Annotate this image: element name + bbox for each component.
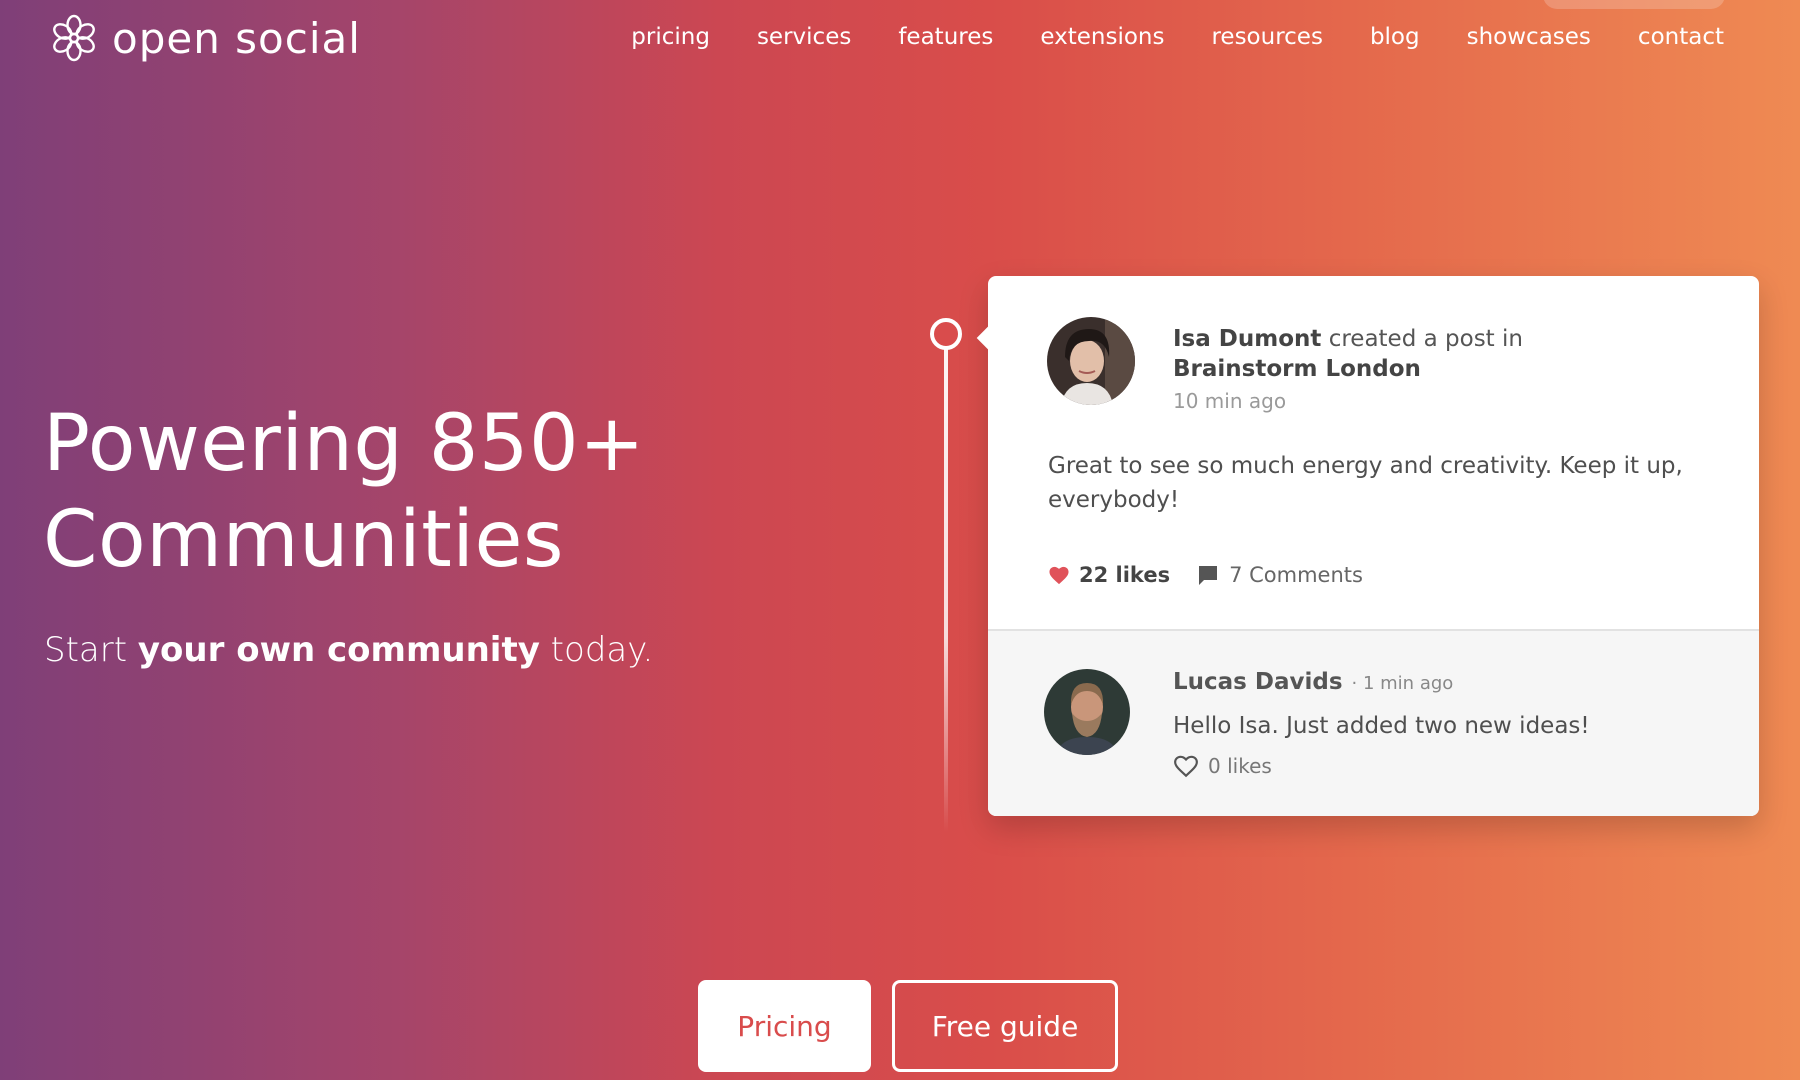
brand-name: open social [112,13,361,63]
comments-count: 7 Comments [1229,563,1363,587]
reply-author[interactable]: Lucas Davids [1173,669,1343,695]
heart-filled-icon [1049,566,1069,585]
comment-icon [1199,566,1218,585]
nav-features[interactable]: features [898,24,993,50]
likes-count: 22 likes [1079,563,1171,587]
logo[interactable]: open social [48,12,361,64]
main-nav: pricing services features extensions res… [631,24,1724,50]
heart-outline-icon [1174,755,1198,778]
activity-card: Isa Dumont created a post in Brainstorm … [976,276,1759,816]
nav-blog[interactable]: blog [1370,24,1420,50]
nav-resources[interactable]: resources [1211,24,1322,50]
post-actions: 22 likes 7 Comments [1048,563,1363,587]
comment-reply: Lucas Davids · 1 min ago Hello Isa. Just… [988,629,1759,816]
post-meta: Isa Dumont created a post in Brainstorm … [1173,324,1523,416]
post-group[interactable]: Brainstorm London [1173,354,1523,384]
reply-time: · 1 min ago [1351,673,1454,694]
post-action: created a post in [1328,326,1523,352]
hero-title-line2: Communities [43,495,565,585]
post-author[interactable]: Isa Dumont [1173,326,1321,352]
reply-text: Hello Isa. Just added two new ideas! [1173,713,1590,739]
hero-subtitle-post: today. [539,630,654,670]
comments-button[interactable]: 7 Comments [1197,563,1363,587]
nav-showcases[interactable]: showcases [1467,24,1591,50]
timeline-line [944,344,948,832]
nav-services[interactable]: services [757,24,851,50]
avatar-image [1047,317,1135,405]
nav-contact[interactable]: contact [1638,24,1724,50]
post-body: Great to see so much energy and creativi… [1048,453,1683,513]
nav-pricing[interactable]: pricing [631,24,710,50]
post-time: 10 min ago [1173,389,1287,413]
free-guide-button[interactable]: Free guide [892,980,1118,1072]
flower-logo-icon [53,14,95,62]
timeline-dot [930,318,962,350]
avatar-image [1044,669,1130,755]
pricing-button[interactable]: Pricing [698,980,871,1072]
hero-subtitle-pre: Start [44,630,138,670]
site-header: open social pricing services features ex… [0,0,1800,90]
avatar-lucas-davids[interactable] [1044,669,1130,755]
reply-header: Lucas Davids · 1 min ago [1173,669,1453,695]
header-tab[interactable] [1543,0,1725,9]
reply-likes-count: 0 likes [1208,754,1272,778]
hero-subtitle-bold: your own community [137,630,540,670]
hero-title: Powering 850+ Communities [43,396,803,588]
nav-extensions[interactable]: extensions [1040,24,1164,50]
hero-title-line1: Powering 850+ [43,399,645,489]
like-button[interactable]: 22 likes [1048,563,1170,587]
hero-subtitle: Start your own community today. [44,630,653,670]
post: Isa Dumont created a post in Brainstorm … [988,276,1759,629]
reply-like-button[interactable]: 0 likes [1173,754,1272,778]
avatar-isa-dumont[interactable] [1047,317,1135,405]
